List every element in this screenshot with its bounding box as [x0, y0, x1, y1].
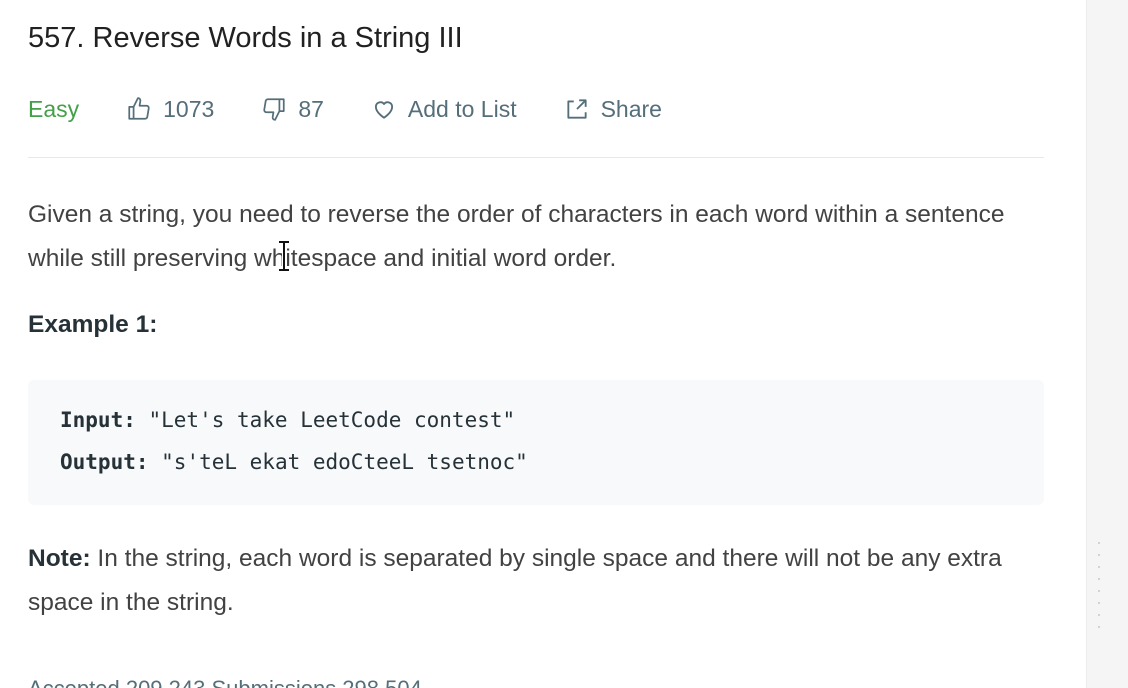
- problem-title: 557. Reverse Words in a String III: [28, 22, 463, 54]
- text-cursor-icon: [276, 240, 292, 272]
- input-label: Input:: [60, 408, 136, 432]
- note-text: In the string, each word is separated by…: [28, 545, 1002, 616]
- input-value: "Let's take LeetCode contest": [135, 408, 516, 432]
- note-label: Note:: [28, 545, 91, 572]
- problem-page: 557. Reverse Words in a String III Easy …: [0, 0, 1128, 688]
- thumbs-down-icon: [260, 95, 288, 123]
- dislike-button[interactable]: 87: [260, 95, 324, 123]
- problem-meta-row: Easy 1073 87 Add to List Share: [28, 92, 708, 126]
- share-icon: [563, 95, 591, 123]
- heart-icon: [370, 95, 398, 123]
- example-code-block: Input: "Let's take LeetCode contest" Out…: [28, 380, 1044, 505]
- difficulty-badge: Easy: [28, 95, 80, 122]
- problem-description-text: Given a string, you need to reverse the …: [28, 201, 1005, 272]
- output-value: "s'teL ekat edoCteeL tsetnoc": [148, 450, 528, 474]
- example-title: Example 1:: [28, 311, 158, 338]
- like-button[interactable]: 1073: [125, 95, 214, 123]
- panel-resize-handle[interactable]: [1094, 542, 1104, 638]
- editor-pane-edge: [1086, 0, 1128, 688]
- thumbs-up-icon: [125, 95, 153, 123]
- note-paragraph: Note: In the string, each word is separa…: [28, 537, 1058, 625]
- share-button[interactable]: Share: [563, 95, 662, 123]
- example-output-line: Output: "s'teL ekat edoCteeL tsetnoc": [60, 450, 528, 474]
- add-to-list-label: Add to List: [407, 95, 517, 122]
- submission-stats: Accepted 209,243 Submissions 298,504: [28, 676, 422, 688]
- example-input-line: Input: "Let's take LeetCode contest": [60, 408, 515, 432]
- output-label: Output:: [60, 450, 149, 474]
- add-to-list-button[interactable]: Add to List: [370, 95, 517, 123]
- header-divider: [28, 157, 1044, 158]
- share-label: Share: [600, 95, 662, 122]
- dislike-count: 87: [298, 95, 324, 122]
- like-count: 1073: [163, 95, 215, 122]
